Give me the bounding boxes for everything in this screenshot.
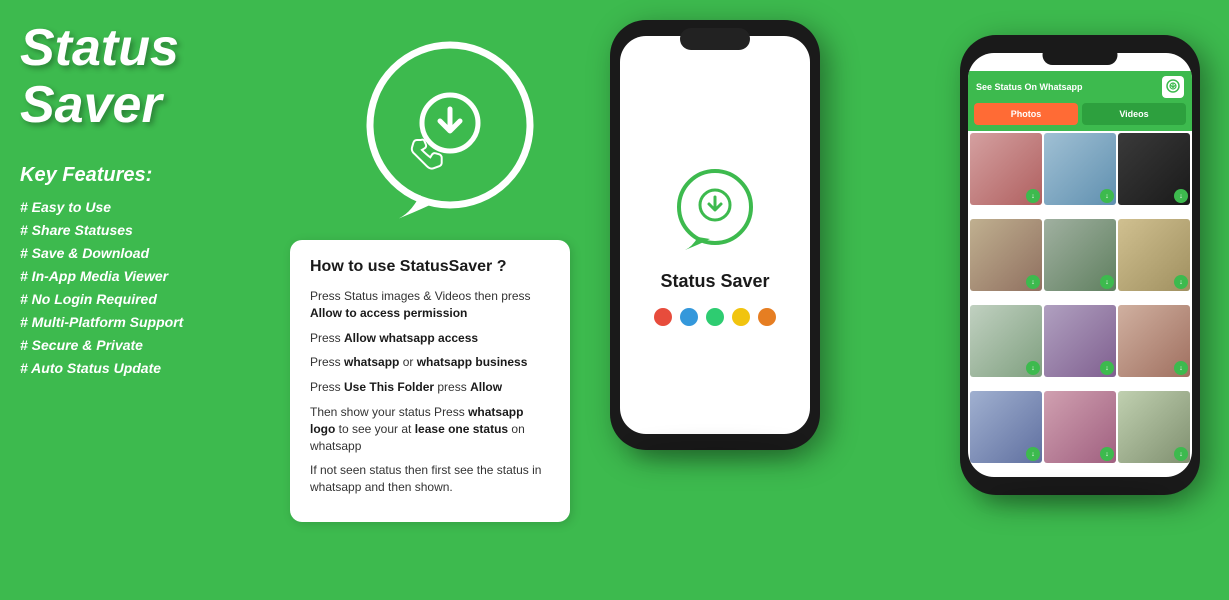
step-2: Press Allow whatsapp access — [310, 330, 550, 347]
download-badge-10[interactable]: ↓ — [1026, 447, 1040, 461]
dot-blue — [680, 308, 698, 326]
phone-2-screen: See Status On Whatsapp Photos Videos — [968, 53, 1192, 477]
tab-videos[interactable]: Videos — [1082, 103, 1186, 125]
photo-cell-2: ↓ — [1044, 133, 1116, 205]
whatsapp-small-icon — [1165, 79, 1181, 95]
feature-media: # In-App Media Viewer — [20, 268, 260, 284]
tab-photos[interactable]: Photos — [974, 103, 1078, 125]
download-badge-4[interactable]: ↓ — [1026, 275, 1040, 289]
key-features-label: Key Features: — [20, 164, 260, 187]
download-badge-6[interactable]: ↓ — [1174, 275, 1188, 289]
phone-1-shadow — [631, 440, 799, 460]
phone-1-dots — [654, 308, 776, 326]
app-title: Status Saver — [20, 20, 260, 134]
photo-cell-8: ↓ — [1044, 305, 1116, 377]
step-3: Press whatsapp or whatsapp business — [310, 354, 550, 371]
step-5: Then show your status Press whatsapp log… — [310, 404, 550, 454]
phone-2-header-text: See Status On Whatsapp — [976, 82, 1083, 92]
step-4: Press Use This Folder press Allow — [310, 379, 550, 396]
phone-1-frame: Status Saver — [610, 20, 820, 450]
phone-2-container: See Status On Whatsapp Photos Videos — [960, 35, 1200, 495]
dot-yellow — [732, 308, 750, 326]
phone-2-notch — [1043, 45, 1118, 65]
photo-cell-1: ↓ — [970, 133, 1042, 205]
instruction-box: How to use StatusSaver ? Press Status im… — [290, 240, 570, 522]
photo-cell-3: ↓ — [1118, 133, 1190, 205]
feature-nologin: # No Login Required — [20, 291, 260, 307]
phone-1-screen: Status Saver — [620, 36, 810, 434]
phone-1-logo — [670, 165, 760, 255]
step-1: Press Status images & Videos then press … — [310, 288, 550, 322]
download-badge-2[interactable]: ↓ — [1100, 189, 1114, 203]
whatsapp-icon-area — [340, 20, 560, 240]
download-badge-8[interactable]: ↓ — [1100, 361, 1114, 375]
phone-2-shadow — [984, 485, 1176, 505]
photo-grid: ↓ ↓ ↓ ↓ ↓ — [968, 131, 1192, 477]
dot-red — [654, 308, 672, 326]
feature-save: # Save & Download — [20, 245, 260, 261]
dot-orange — [758, 308, 776, 326]
photo-cell-4: ↓ — [970, 219, 1042, 291]
phone-1-container: Status Saver — [610, 20, 820, 450]
photo-cell-10: ↓ — [970, 391, 1042, 463]
download-badge-11[interactable]: ↓ — [1100, 447, 1114, 461]
feature-multiplatform: # Multi-Platform Support — [20, 314, 260, 330]
download-badge-7[interactable]: ↓ — [1026, 361, 1040, 375]
phone-2-header: See Status On Whatsapp — [968, 71, 1192, 103]
photo-cell-11: ↓ — [1044, 391, 1116, 463]
feature-secure: # Secure & Private — [20, 337, 260, 353]
photo-cell-5: ↓ — [1044, 219, 1116, 291]
download-badge-9[interactable]: ↓ — [1174, 361, 1188, 375]
phone-2-header-icon — [1162, 76, 1184, 98]
step-6: If not seen status then first see the st… — [310, 462, 550, 496]
download-badge-12[interactable]: ↓ — [1174, 447, 1188, 461]
phone-1-title: Status Saver — [660, 271, 769, 292]
photo-cell-12: ↓ — [1118, 391, 1190, 463]
phone-2-frame: See Status On Whatsapp Photos Videos — [960, 35, 1200, 495]
phone-1-notch — [680, 28, 750, 50]
phone-1-content: Status Saver — [620, 145, 810, 346]
phone-2-tabs: Photos Videos — [968, 103, 1192, 131]
feature-autoupdate: # Auto Status Update — [20, 360, 260, 376]
download-badge-5[interactable]: ↓ — [1100, 275, 1114, 289]
photo-cell-9: ↓ — [1118, 305, 1190, 377]
dot-green — [706, 308, 724, 326]
download-badge-1[interactable]: ↓ — [1026, 189, 1040, 203]
photo-cell-7: ↓ — [970, 305, 1042, 377]
instruction-title: How to use StatusSaver ? — [310, 258, 550, 276]
whatsapp-download-icon — [350, 30, 550, 230]
feature-easy-use: # Easy to Use — [20, 199, 260, 215]
feature-share: # Share Statuses — [20, 222, 260, 238]
features-list: # Easy to Use # Share Statuses # Save & … — [20, 199, 260, 376]
photo-cell-6: ↓ — [1118, 219, 1190, 291]
left-section: Status Saver Key Features: # Easy to Use… — [0, 0, 280, 600]
download-badge-3[interactable]: ↓ — [1174, 189, 1188, 203]
